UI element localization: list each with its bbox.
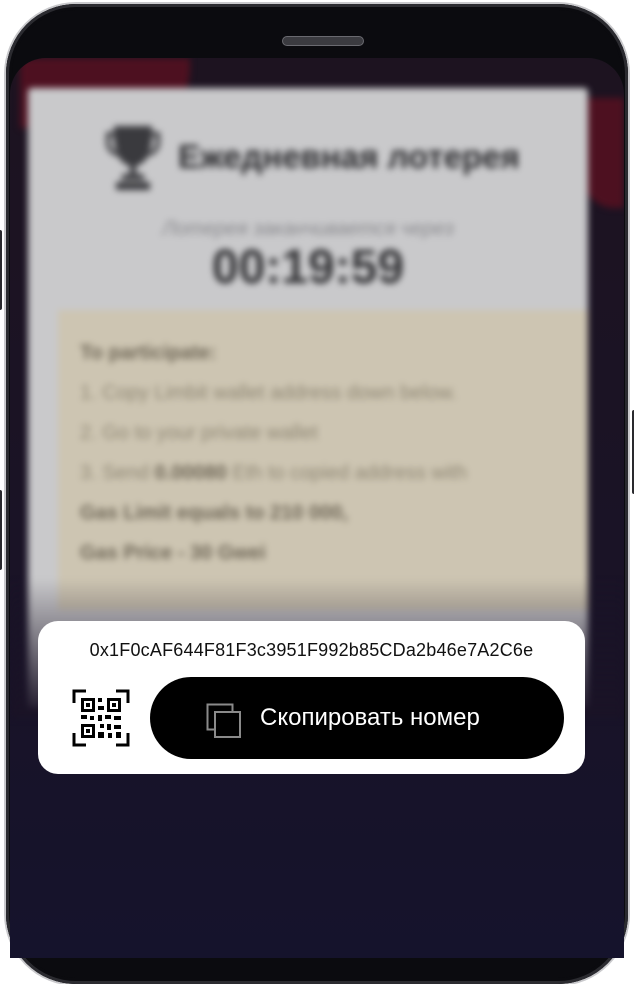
wallet-address: 0x1F0cAF644F81F3c3951F992b85CDa2b46e7A2C… <box>89 640 534 660</box>
copy-address-button[interactable]: Скопировать номер <box>150 677 564 759</box>
copy-button-label: Скопировать номер <box>260 704 480 731</box>
qr-code-icon[interactable] <box>72 689 130 747</box>
bixby-button <box>0 490 2 570</box>
trophy-icon <box>106 126 160 190</box>
instruction-step-3: 3. Send 0.00080 Eth to copied address wi… <box>80 462 467 485</box>
instruction-step-2: 2. Go to your private wallet <box>80 422 318 444</box>
gas-limit-text: Gas Limit equals to 210 000, <box>80 502 348 524</box>
step3-amount: 0.00080 <box>154 462 227 484</box>
instructions-box: To participate: 1. Copy Limbit wallet ad… <box>58 310 588 610</box>
red-accent-right <box>584 98 624 208</box>
step3-suffix: Eth to copied address with <box>226 462 467 484</box>
countdown-timer: 00:19:59 <box>211 241 405 294</box>
instructions-heading: To participate: <box>80 342 217 364</box>
gas-price-text: Gas Price - 30 Gwei <box>80 542 266 564</box>
lottery-title: Ежедневная лотерея <box>178 138 520 175</box>
blurred-background: Ежедневная лотерея Лотерея заканчивается… <box>10 58 624 958</box>
speaker-grille <box>282 36 364 46</box>
volume-button <box>0 230 2 310</box>
phone-screen: Ежедневная лотерея Лотерея заканчивается… <box>10 58 624 958</box>
copy-icon <box>206 703 241 738</box>
step3-prefix: 3. Send <box>80 462 155 484</box>
timer-label: Лотерея заканчивается через <box>162 218 454 240</box>
wallet-address-panel: 0x1F0cAF644F81F3c3951F992b85CDa2b46e7A2C… <box>38 621 585 774</box>
instruction-step-1: 1. Copy Limbit wallet address down below… <box>80 382 457 404</box>
